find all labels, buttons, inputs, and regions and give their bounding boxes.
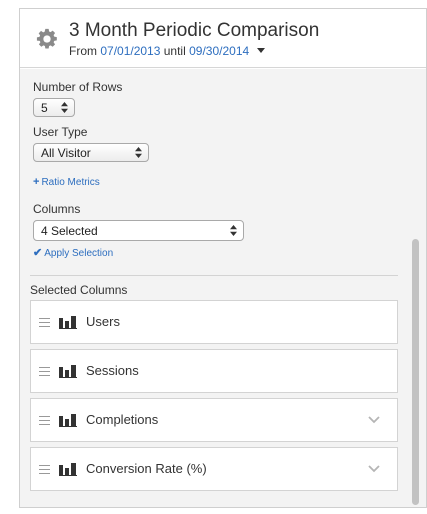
report-settings-panel: 3 Month Periodic Comparison From 07/01/2… bbox=[19, 8, 427, 508]
up-down-arrows-icon bbox=[61, 102, 68, 113]
column-card-conversion-rate[interactable]: Conversion Rate (%) bbox=[30, 447, 398, 491]
settings-body: Number of Rows 5 User Type All Visitor +… bbox=[20, 69, 426, 507]
column-label: Completions bbox=[86, 412, 159, 427]
up-down-arrows-icon bbox=[230, 225, 237, 236]
columns-select[interactable]: 4 Selected bbox=[33, 220, 244, 241]
bar-chart-icon bbox=[59, 414, 77, 427]
bar-chart-icon bbox=[59, 365, 77, 378]
section-divider bbox=[30, 275, 398, 276]
columns-label: Columns bbox=[33, 202, 81, 216]
checkmark-icon: ✔ bbox=[33, 247, 43, 259]
drag-handle-icon[interactable] bbox=[39, 416, 50, 425]
up-down-arrows-icon bbox=[135, 147, 142, 158]
user-type-value: All Visitor bbox=[41, 146, 91, 160]
column-label: Conversion Rate (%) bbox=[86, 461, 207, 476]
column-card-sessions[interactable]: Sessions bbox=[30, 349, 398, 393]
column-card-users[interactable]: Users bbox=[30, 300, 398, 344]
gear-icon[interactable] bbox=[36, 28, 58, 50]
chevron-down-icon[interactable] bbox=[368, 416, 380, 424]
end-date-link[interactable]: 09/30/2014 bbox=[189, 44, 249, 58]
ratio-metrics-label: Ratio Metrics bbox=[41, 177, 100, 188]
caret-down-icon[interactable] bbox=[256, 48, 265, 53]
user-type-select[interactable]: All Visitor bbox=[33, 143, 149, 162]
chevron-down-icon[interactable] bbox=[368, 465, 380, 473]
from-label: From bbox=[69, 44, 97, 58]
bar-chart-icon bbox=[59, 463, 77, 476]
start-date-link[interactable]: 07/01/2013 bbox=[100, 44, 160, 58]
rows-select[interactable]: 5 bbox=[33, 98, 75, 117]
apply-selection-link[interactable]: ✔ Apply Selection bbox=[33, 246, 113, 259]
user-type-label: User Type bbox=[33, 125, 88, 139]
columns-value: 4 Selected bbox=[41, 224, 98, 238]
column-label: Users bbox=[86, 314, 120, 329]
bar-chart-icon bbox=[59, 316, 77, 329]
until-label: until bbox=[163, 44, 186, 58]
rows-value: 5 bbox=[41, 101, 48, 115]
drag-handle-icon[interactable] bbox=[39, 367, 50, 376]
report-title: 3 Month Periodic Comparison bbox=[69, 20, 320, 41]
apply-selection-label: Apply Selection bbox=[44, 248, 114, 259]
date-range[interactable]: From 07/01/2013 until 09/30/2014 bbox=[69, 44, 265, 58]
scrollbar-thumb[interactable] bbox=[412, 239, 419, 505]
ratio-metrics-link[interactable]: + Ratio Metrics bbox=[33, 176, 100, 188]
selected-columns-label: Selected Columns bbox=[30, 283, 128, 297]
plus-icon: + bbox=[33, 176, 40, 188]
drag-handle-icon[interactable] bbox=[39, 318, 50, 327]
column-label: Sessions bbox=[86, 363, 139, 378]
drag-handle-icon[interactable] bbox=[39, 465, 50, 474]
rows-label: Number of Rows bbox=[33, 80, 123, 94]
panel-header: 3 Month Periodic Comparison From 07/01/2… bbox=[20, 9, 426, 68]
column-card-completions[interactable]: Completions bbox=[30, 398, 398, 442]
